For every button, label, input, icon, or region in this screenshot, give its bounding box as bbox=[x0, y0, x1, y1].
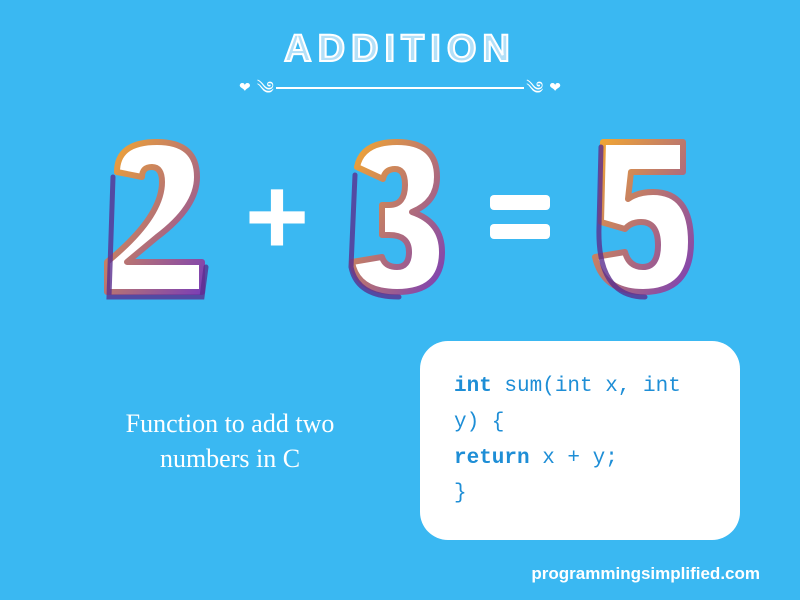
attribution-text: programmingsimplified.com bbox=[531, 564, 760, 584]
plus-operator: + bbox=[245, 162, 309, 272]
code-line-3: } bbox=[454, 476, 706, 512]
title-divider: ❤ ༄ ༄ ❤ bbox=[235, 79, 565, 97]
page-title: ADDITION bbox=[0, 0, 800, 71]
divider-line bbox=[276, 87, 524, 89]
code-snippet: int sum(int x, int y) { return x + y; } bbox=[420, 341, 740, 540]
heart-icon: ❤ bbox=[545, 80, 565, 97]
swirl-left-icon: ༄ bbox=[255, 79, 276, 97]
number-five-icon bbox=[573, 127, 713, 307]
equals-operator bbox=[485, 187, 555, 247]
code-line-1: int sum(int x, int y) { bbox=[454, 369, 706, 440]
number-two-icon bbox=[87, 127, 227, 307]
caption-text: Function to add twonumbers in C bbox=[80, 406, 380, 476]
heart-icon: ❤ bbox=[235, 80, 255, 97]
equation-graphic: + bbox=[0, 127, 800, 307]
keyword-return: return bbox=[454, 447, 530, 470]
swirl-right-icon: ༄ bbox=[524, 79, 545, 97]
number-three-icon bbox=[327, 127, 467, 307]
code-line-2: return x + y; bbox=[454, 441, 706, 477]
keyword-int: int bbox=[454, 375, 492, 398]
code-text: x + y; bbox=[530, 447, 618, 470]
